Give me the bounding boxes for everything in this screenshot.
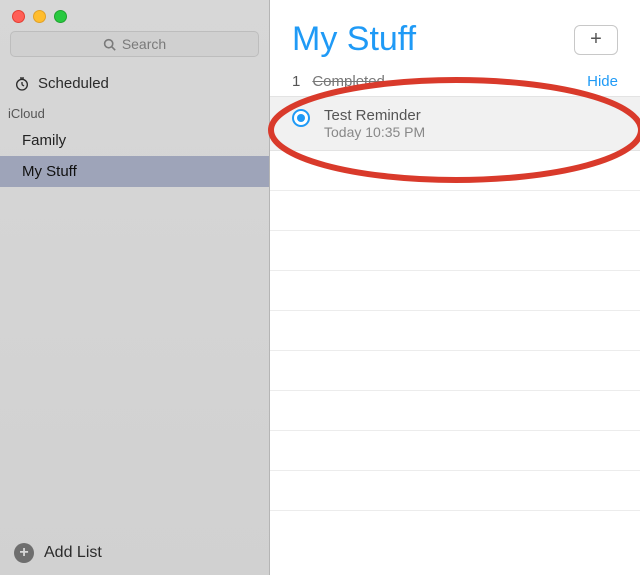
add-list-label: Add List	[44, 544, 102, 562]
sidebar-item-scheduled[interactable]: Scheduled	[0, 67, 269, 100]
main-panel: My Stuff + 1 Completed Hide Test Reminde…	[270, 0, 640, 575]
scheduled-label: Scheduled	[38, 75, 109, 92]
completed-header[interactable]: 1 Completed Hide	[270, 69, 640, 96]
search-icon	[103, 38, 116, 51]
reminder-title: Test Reminder	[324, 107, 425, 124]
radio-dot-icon	[297, 114, 305, 122]
sidebar-item-family[interactable]: Family	[0, 125, 269, 156]
search-input[interactable]: Search	[10, 31, 259, 57]
plus-icon: +	[590, 28, 602, 51]
close-window-button[interactable]	[12, 10, 25, 23]
page-title: My Stuff	[292, 20, 416, 59]
completed-label: Completed	[312, 73, 385, 90]
reminder-row[interactable]: Test Reminder Today 10:35 PM	[270, 96, 640, 151]
reminder-subtitle: Today 10:35 PM	[324, 124, 425, 140]
clock-icon	[14, 76, 30, 92]
zoom-window-button[interactable]	[54, 10, 67, 23]
window-controls	[0, 0, 269, 31]
add-list-button[interactable]: + Add List	[0, 531, 269, 575]
hide-completed-link[interactable]: Hide	[587, 73, 618, 90]
sidebar: Search Scheduled iCloud Family My Stuff …	[0, 0, 270, 575]
sidebar-item-my-stuff[interactable]: My Stuff	[0, 156, 269, 187]
plus-circle-icon: +	[14, 543, 34, 563]
sidebar-section-label: iCloud	[0, 100, 269, 125]
add-reminder-button[interactable]: +	[574, 25, 618, 55]
reminder-complete-toggle[interactable]	[292, 109, 310, 127]
minimize-window-button[interactable]	[33, 10, 46, 23]
search-placeholder: Search	[122, 36, 166, 52]
completed-count: 1	[292, 73, 300, 90]
empty-rows	[270, 151, 640, 575]
